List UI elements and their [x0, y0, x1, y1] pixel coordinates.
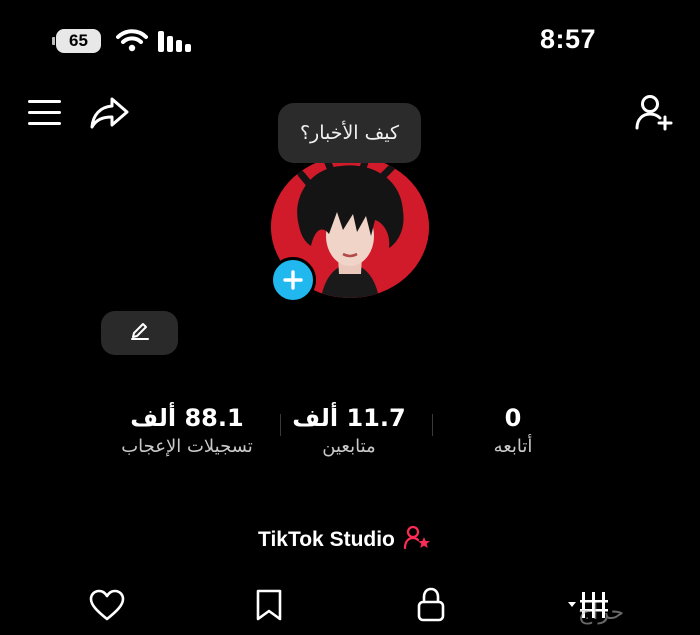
creator-star-icon: [403, 525, 431, 555]
followers-count: 11.7 ألف: [292, 404, 406, 432]
following-label: أتابعه: [493, 436, 533, 457]
share-icon[interactable]: [90, 96, 130, 130]
signal-icon: [158, 30, 198, 52]
edit-profile-button[interactable]: [101, 311, 178, 355]
pencil-icon: [129, 320, 151, 346]
bookmark-icon[interactable]: [255, 588, 283, 622]
battery-level: 65: [69, 31, 88, 50]
clock: 8:57: [540, 24, 597, 54]
status-bubble[interactable]: كيف الأخبار؟: [278, 103, 421, 163]
wifi-icon: [116, 28, 148, 52]
followers-label: متابعين: [322, 436, 376, 457]
heart-icon[interactable]: [89, 589, 125, 621]
add-avatar-button[interactable]: [270, 257, 316, 303]
tiktok-studio-link[interactable]: TikTok Studio: [258, 525, 431, 555]
battery-indicator: 65: [52, 29, 101, 53]
add-user-icon[interactable]: [634, 94, 676, 132]
studio-label: TikTok Studio: [258, 528, 395, 551]
menu-icon[interactable]: [28, 99, 62, 127]
plus-icon: [283, 270, 303, 290]
following-count: 0: [504, 404, 522, 432]
stat-following[interactable]: 0 أتابعه: [418, 403, 608, 461]
lock-icon[interactable]: [416, 587, 446, 623]
stat-followers[interactable]: 11.7 ألف متابعين: [254, 403, 444, 461]
watermark-logo: حراج: [578, 600, 625, 625]
